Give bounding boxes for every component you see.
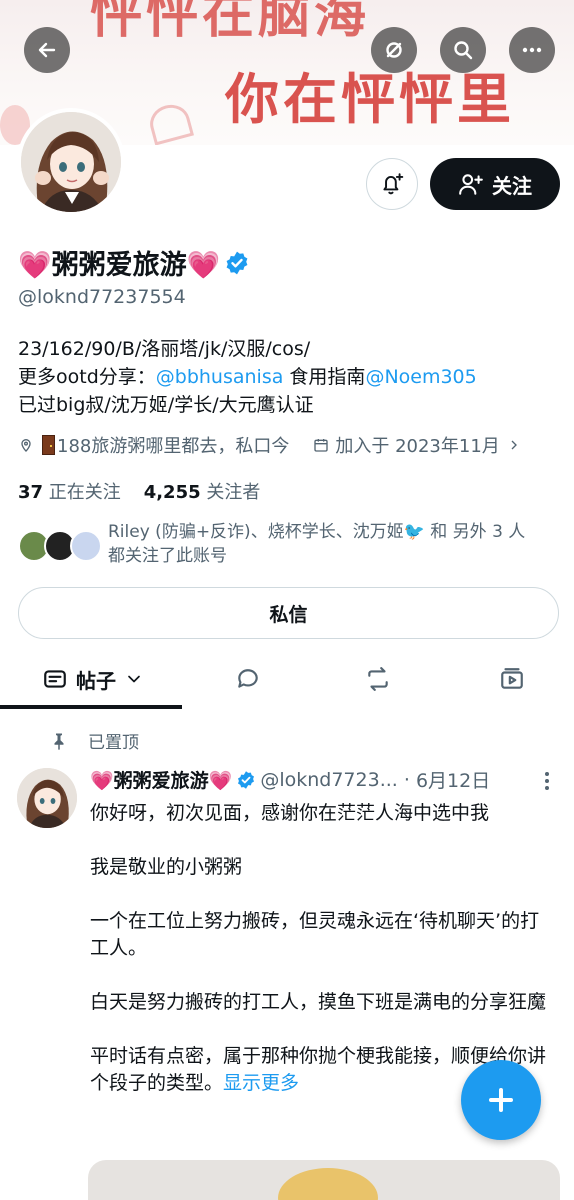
- avatar-image: [21, 112, 121, 212]
- display-name: 💗粥粥爱旅游💗: [18, 243, 250, 282]
- known-followers-line2: 都关注了此账号: [108, 546, 227, 566]
- bell-plus-icon: [383, 173, 404, 195]
- verified-badge-icon: [238, 770, 255, 789]
- bio-line-2: 更多ootd分享：@bbhusanisa 食用指南@Noem305: [18, 363, 477, 391]
- bio-mention-link-1[interactable]: @bbhusanisa: [156, 366, 284, 388]
- pinned-label: 已置顶: [88, 733, 139, 753]
- followers-link[interactable]: 4,255 关注者: [144, 482, 261, 503]
- post-author-name[interactable]: 💗粥粥爱旅游💗: [90, 766, 232, 793]
- avatar-image: [17, 768, 77, 828]
- known-followers-text[interactable]: Riley (防骗+反诈)、烧杯学长、沈万姬🐦 和 另外 3 人 都关注了此账号: [108, 520, 525, 568]
- location-text: 188旅游粥哪里都去，私口今: [57, 436, 290, 457]
- follow-stats: 37 正在关注 4,255 关注者: [18, 478, 260, 504]
- tab-active-indicator: [0, 705, 182, 709]
- post-media-image[interactable]: [88, 1160, 560, 1200]
- following-link[interactable]: 37 正在关注: [18, 482, 121, 503]
- add-user-icon: [459, 174, 483, 195]
- banner-heart-doodle: [146, 100, 194, 145]
- post-text[interactable]: 你好呀，初次见面，感谢你在茫茫人海中选中我 我是敬业的小粥粥 一个在工位上努力搬…: [90, 800, 550, 1097]
- verified-badge-icon[interactable]: [224, 250, 250, 276]
- avatar: [70, 530, 102, 562]
- plus-icon: [489, 1088, 513, 1112]
- message-button[interactable]: 私信: [18, 587, 559, 639]
- post-more-button[interactable]: [540, 770, 554, 796]
- calendar-icon: [314, 439, 329, 452]
- post-paragraph-4: 白天是努力搬砖的打工人，摸鱼下班是满电的分享狂魔: [90, 991, 547, 1013]
- show-more-link[interactable]: 显示更多: [223, 1072, 299, 1094]
- location-icon: [21, 439, 31, 452]
- post-paragraph-2: 我是敬业的小粥粥: [90, 856, 243, 878]
- known-followers-line1: Riley (防骗+反诈)、烧杯学长、沈万姬🐦 和 另外 3 人: [108, 522, 526, 542]
- pinned-indicator: 已置顶: [50, 728, 139, 753]
- chevron-down-icon: [128, 675, 140, 683]
- tab-media[interactable]: [486, 650, 538, 708]
- joined-text: 加入于 2023年11月: [335, 436, 500, 457]
- reply-icon: [238, 669, 258, 688]
- bio-mention-link-2[interactable]: @Noem305: [365, 366, 476, 388]
- eye-slash-icon: [386, 42, 402, 58]
- followers-label: 关注者: [206, 482, 261, 503]
- hide-button[interactable]: [371, 27, 417, 73]
- post-author-handle: @loknd7723...: [260, 768, 398, 791]
- post-paragraph-1: 你好呀，初次见面，感谢你在茫茫人海中选中我: [90, 802, 490, 824]
- tab-replies[interactable]: [222, 650, 274, 708]
- post-header: 💗粥粥爱旅游💗 @loknd7723... · 6月12日: [90, 766, 490, 793]
- post-date: 6月12日: [415, 770, 491, 792]
- profile-tabs: 帖子: [0, 650, 574, 710]
- follow-button[interactable]: 关注: [430, 158, 560, 210]
- pin-icon: [54, 733, 64, 750]
- profile-meta: 188旅游粥哪里都去，私口今 加入于 2023年11月: [18, 432, 522, 458]
- media-icon: [501, 668, 523, 689]
- chevron-right-icon[interactable]: [506, 437, 522, 453]
- repost-icon: [368, 667, 388, 691]
- post-avatar[interactable]: [17, 768, 77, 828]
- banner-text-line1: 怦怦在脑海: [90, 0, 371, 45]
- known-followers-avatars[interactable]: [18, 530, 102, 564]
- profile-avatar[interactable]: [17, 108, 125, 216]
- bio-line-1: 23/162/90/B/洛丽塔/jk/汉服/cos/: [18, 338, 311, 360]
- search-button[interactable]: [440, 27, 486, 73]
- profile-bio: 23/162/90/B/洛丽塔/jk/汉服/cos/ 更多ootd分享：@bbh…: [18, 335, 477, 419]
- door-emoji-icon: [42, 435, 55, 455]
- display-name-text: 💗粥粥爱旅游💗: [18, 250, 221, 281]
- media-content: [278, 1168, 378, 1200]
- bio-line-2-prefix: 更多ootd分享：: [18, 366, 156, 388]
- back-arrow-icon: [38, 42, 56, 58]
- search-icon: [454, 41, 473, 60]
- follow-label: 关注: [492, 173, 532, 198]
- notify-button[interactable]: [366, 158, 418, 210]
- bio-line-2-mid: 食用指南: [283, 366, 366, 388]
- profile-handle: @loknd77237554: [18, 286, 186, 308]
- tab-posts-label: 帖子: [76, 668, 116, 693]
- posts-icon: [44, 670, 66, 688]
- followers-count: 4,255: [143, 482, 201, 503]
- following-label: 正在关注: [48, 482, 121, 503]
- tab-posts[interactable]: 帖子: [38, 650, 148, 708]
- post-paragraph-3: 一个在工位上努力搬砖，但灵魂永远在‘待机聊天’的打工人。: [90, 910, 540, 959]
- more-icon: [522, 47, 542, 53]
- more-vertical-icon: [545, 772, 549, 790]
- following-count: 37: [18, 482, 44, 503]
- compose-post-button[interactable]: [461, 1060, 541, 1140]
- more-button[interactable]: [509, 27, 555, 73]
- bio-line-3: 已过big叔/沈万姬/学长/大元鹰认证: [18, 394, 314, 416]
- back-button[interactable]: [24, 27, 70, 73]
- separator-dot: ·: [397, 768, 416, 791]
- tab-reposts[interactable]: [352, 650, 404, 708]
